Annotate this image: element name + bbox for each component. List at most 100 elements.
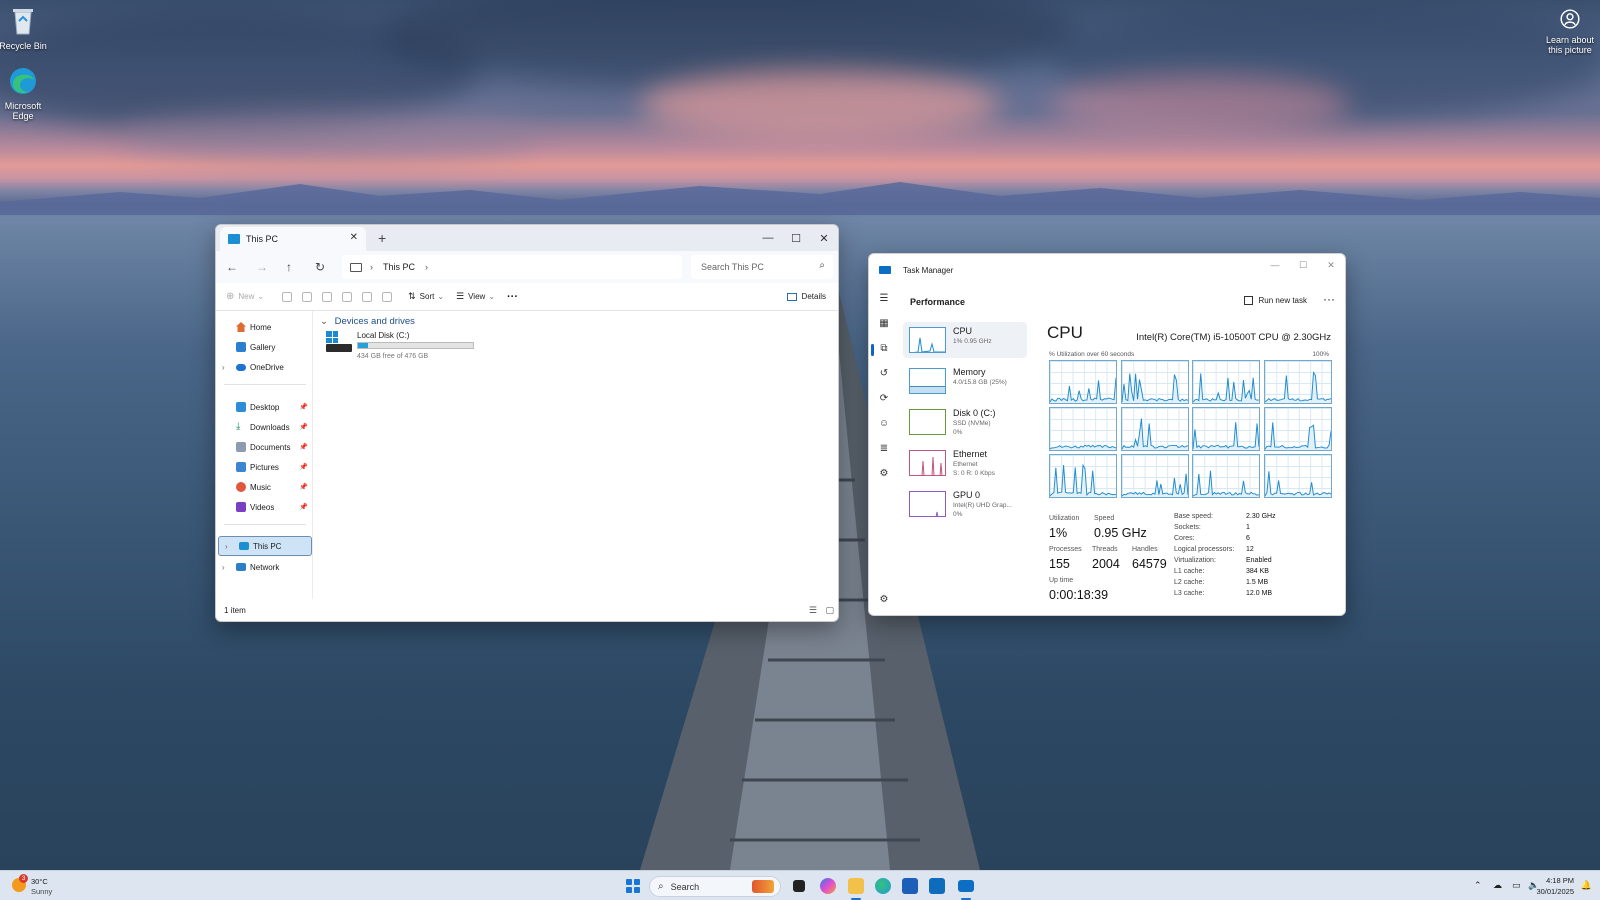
address-bar[interactable]: › This PC ›: [342, 255, 682, 279]
see-more-button[interactable]: ···: [507, 291, 518, 303]
close-button[interactable]: ✕: [810, 225, 838, 251]
performance-icon[interactable]: ⧉: [877, 342, 891, 356]
forward-arrow-icon[interactable]: →: [256, 260, 268, 274]
refresh-icon[interactable]: ↻: [315, 260, 325, 274]
resource-item-memory[interactable]: Memory 4.0/15.8 GB (25%): [903, 363, 1027, 399]
cpu-core-line: [1050, 444, 1116, 450]
network-icon[interactable]: ▭: [1512, 880, 1521, 891]
maximize-button[interactable]: ☐: [1289, 254, 1317, 276]
group-heading[interactable]: ⌄ Devices and drives: [320, 316, 415, 327]
explorer-tab-this-pc[interactable]: This PC ✕: [220, 227, 366, 251]
new-button[interactable]: ⊕ New ⌄: [226, 291, 264, 302]
pin-icon[interactable]: 📌: [299, 503, 308, 511]
edge-icon[interactable]: [875, 878, 891, 894]
taskbar: 3 30°C Sunny ⌕ Search ⌃ ☁ ▭ 🔈 4:18 PM 30…: [0, 870, 1600, 900]
chevron-up-icon[interactable]: ⌃: [1474, 880, 1482, 891]
sidebar-item-network[interactable]: › Network: [216, 557, 312, 577]
resource-sub2: 0%: [953, 429, 963, 436]
chevron-right-icon[interactable]: ›: [425, 262, 428, 272]
settings-gear-icon[interactable]: ⚙: [877, 593, 891, 607]
resource-item-disk[interactable]: Disk 0 (C:) SSD (NVMe) 0%: [903, 404, 1027, 440]
minimize-button[interactable]: —: [754, 225, 782, 251]
rename-icon[interactable]: [342, 291, 353, 302]
delete-icon[interactable]: [382, 291, 393, 302]
sidebar-item-home[interactable]: Home: [216, 317, 312, 337]
sort-button[interactable]: ⇅ Sort ⌄: [408, 291, 444, 302]
pin-icon[interactable]: 📌: [299, 423, 308, 431]
startup-apps-icon[interactable]: ⟳: [877, 392, 891, 406]
search-input[interactable]: Search This PC ⌕: [691, 255, 833, 279]
cpu-core-line: [1193, 422, 1259, 450]
onedrive-icon[interactable]: ☁: [1493, 880, 1502, 891]
run-new-task-button[interactable]: Run new task: [1243, 296, 1307, 305]
sidebar-item-this-pc[interactable]: › This PC: [218, 536, 312, 556]
breadcrumb[interactable]: This PC: [383, 262, 415, 272]
users-icon[interactable]: ☺: [877, 417, 891, 431]
copilot-icon[interactable]: [820, 878, 836, 894]
details-button[interactable]: Details: [786, 292, 826, 301]
cut-icon[interactable]: [282, 291, 293, 302]
app-history-icon[interactable]: ↺: [877, 367, 891, 381]
drive-item-c[interactable]: Local Disk (C:) 434 GB free of 476 GB: [326, 331, 486, 363]
resource-name: Disk 0 (C:): [953, 408, 996, 418]
resource-item-cpu[interactable]: CPU 1% 0.95 GHz: [903, 322, 1027, 358]
tiles-view-icon[interactable]: ▢: [825, 605, 834, 615]
cpu-core-line: [1193, 373, 1259, 403]
start-button[interactable]: [626, 879, 640, 893]
close-tab-icon[interactable]: ✕: [350, 232, 358, 243]
minimize-button[interactable]: —: [1261, 254, 1289, 276]
sidebar-item-gallery[interactable]: Gallery: [216, 337, 312, 357]
search-label: Search: [670, 881, 700, 892]
sidebar-item-pictures[interactable]: Pictures 📌: [216, 457, 312, 477]
chevron-right-icon[interactable]: ›: [222, 363, 225, 372]
monitor-icon: [350, 262, 362, 272]
hamburger-menu-icon[interactable]: ☰: [877, 292, 891, 306]
services-icon[interactable]: ⚙: [877, 467, 891, 481]
pin-icon[interactable]: 📌: [299, 443, 308, 451]
sidebar-item-label: Desktop: [250, 402, 280, 412]
store-icon[interactable]: [902, 878, 918, 894]
more-options-icon[interactable]: ···: [1323, 292, 1335, 306]
desktop-icon-edge[interactable]: Microsoft Edge: [0, 66, 50, 121]
details-view-icon[interactable]: ☰: [809, 605, 817, 615]
pin-icon[interactable]: 📌: [299, 463, 308, 471]
sidebar-item-documents[interactable]: Documents 📌: [216, 437, 312, 457]
clock[interactable]: 4:18 PM 30/01/2025: [1536, 875, 1574, 897]
task-view-icon[interactable]: [793, 880, 805, 892]
pin-icon[interactable]: 📌: [299, 403, 308, 411]
sidebar-item-music[interactable]: Music 📌: [216, 477, 312, 497]
taskbar-search[interactable]: ⌕ Search: [649, 876, 781, 897]
cpu-core-graph: [1192, 360, 1260, 404]
pin-icon[interactable]: 📌: [299, 483, 308, 491]
file-explorer-icon[interactable]: [848, 878, 864, 894]
notification-bell-icon[interactable]: 🔔: [1581, 880, 1592, 891]
task-manager-icon[interactable]: [958, 880, 974, 892]
outlook-icon[interactable]: [929, 878, 945, 894]
paste-icon[interactable]: [322, 291, 333, 302]
details-icon[interactable]: ≣: [877, 442, 891, 456]
processes-icon[interactable]: ▦: [877, 317, 891, 331]
spec-value: 12.0 MB: [1246, 590, 1273, 597]
copy-icon[interactable]: [302, 291, 313, 302]
chevron-right-icon[interactable]: ›: [222, 563, 225, 572]
view-icon: ☰: [456, 291, 465, 301]
sidebar-item-onedrive[interactable]: › OneDrive: [216, 357, 312, 377]
spec-label: Base speed:: [1174, 513, 1213, 520]
view-button[interactable]: ☰ View ⌄: [456, 291, 495, 302]
share-icon[interactable]: [362, 291, 373, 302]
sidebar-item-videos[interactable]: Videos 📌: [216, 497, 312, 517]
mountains: [0, 182, 1600, 215]
chevron-right-icon[interactable]: ›: [225, 542, 228, 551]
sidebar-item-desktop[interactable]: Desktop 📌: [216, 397, 312, 417]
uptime-value: 0:00:18:39: [1049, 588, 1109, 602]
maximize-button[interactable]: ☐: [782, 225, 810, 251]
back-arrow-icon[interactable]: ←: [226, 260, 238, 274]
close-button[interactable]: ✕: [1317, 254, 1345, 276]
desktop-icon-recycle-bin[interactable]: Recycle Bin: [0, 6, 50, 51]
up-arrow-icon[interactable]: ↑: [286, 260, 292, 274]
learn-about-picture[interactable]: Learn about this picture: [1542, 8, 1598, 55]
resource-item-gpu[interactable]: GPU 0 Intel(R) UHD Grap... 0%: [903, 486, 1027, 522]
new-tab-button[interactable]: +: [378, 230, 386, 246]
resource-item-ethernet[interactable]: Ethernet Ethernet S: 0 R: 0 Kbps: [903, 445, 1027, 481]
sidebar-item-downloads[interactable]: ⤓ Downloads 📌: [216, 417, 312, 437]
